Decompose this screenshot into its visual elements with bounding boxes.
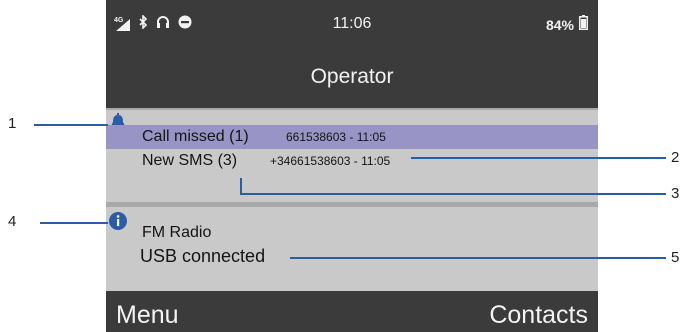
callout-number-4: 4 [8,213,17,230]
callout-lines [34,124,666,259]
callout-number-5: 5 [671,249,680,266]
callout-number-1: 1 [8,115,17,132]
callout-line-3 [240,178,666,195]
callout-number-3: 3 [671,185,680,202]
callout-number-2: 2 [671,149,680,166]
